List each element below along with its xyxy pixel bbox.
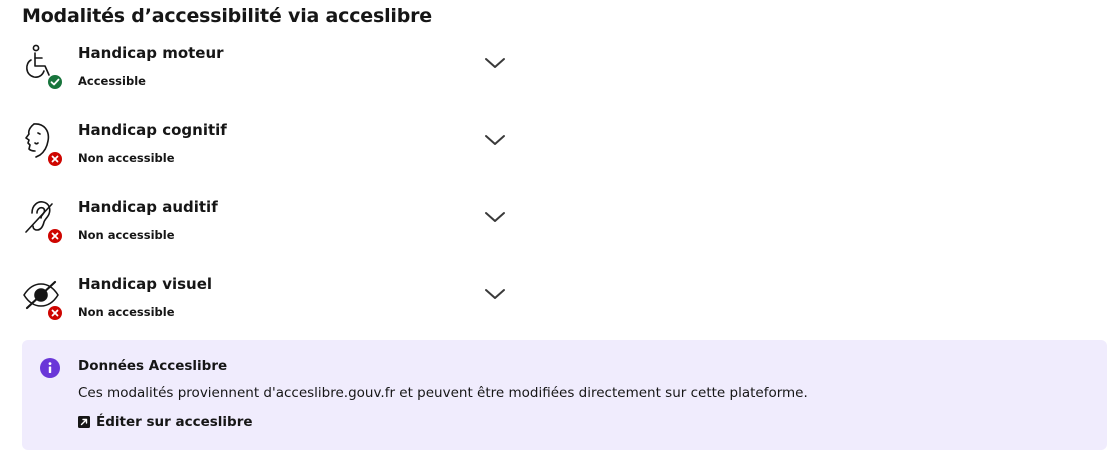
item-label: Handicap visuel [78, 275, 213, 293]
item-icon-wrap [22, 121, 66, 169]
item-icon-wrap [22, 275, 66, 323]
cross-circle-icon [47, 151, 63, 167]
accessibility-item-moteur[interactable]: Handicap moteur Accessible [22, 44, 522, 114]
item-label: Handicap auditif [78, 198, 218, 216]
item-status: Accessible [78, 74, 146, 88]
info-box-text: Ces modalités proviennent d'acceslibre.g… [78, 385, 808, 401]
item-icon-wrap [22, 44, 66, 92]
accessibility-item-visuel[interactable]: Handicap visuel Non accessible [22, 275, 522, 345]
item-label: Handicap cognitif [78, 121, 227, 139]
chevron-down-icon[interactable] [484, 56, 506, 70]
acceslibre-info-box: Données Acceslibre Ces modalités provien… [22, 340, 1107, 450]
edit-link-label: Éditer sur acceslibre [96, 414, 253, 430]
accessibility-section: Modalités d’accessibilité via acceslibre… [0, 0, 1117, 466]
external-link-icon [78, 416, 90, 428]
cross-circle-icon [47, 228, 63, 244]
accessibility-item-cognitif[interactable]: Handicap cognitif Non accessible [22, 121, 522, 191]
section-title: Modalités d’accessibilité via acceslibre [22, 5, 432, 27]
item-status: Non accessible [78, 228, 175, 242]
check-circle-icon [47, 74, 63, 90]
item-icon-wrap [22, 198, 66, 246]
accessibility-item-auditif[interactable]: Handicap auditif Non accessible [22, 198, 522, 268]
info-box-title: Données Acceslibre [78, 358, 228, 374]
cross-circle-icon [47, 305, 63, 321]
chevron-down-icon[interactable] [484, 287, 506, 301]
item-status: Non accessible [78, 151, 175, 165]
chevron-down-icon[interactable] [484, 133, 506, 147]
item-label: Handicap moteur [78, 44, 224, 62]
info-icon [40, 358, 60, 378]
edit-on-acceslibre-link[interactable]: Éditer sur acceslibre [78, 414, 253, 430]
item-status: Non accessible [78, 305, 175, 319]
chevron-down-icon[interactable] [484, 210, 506, 224]
